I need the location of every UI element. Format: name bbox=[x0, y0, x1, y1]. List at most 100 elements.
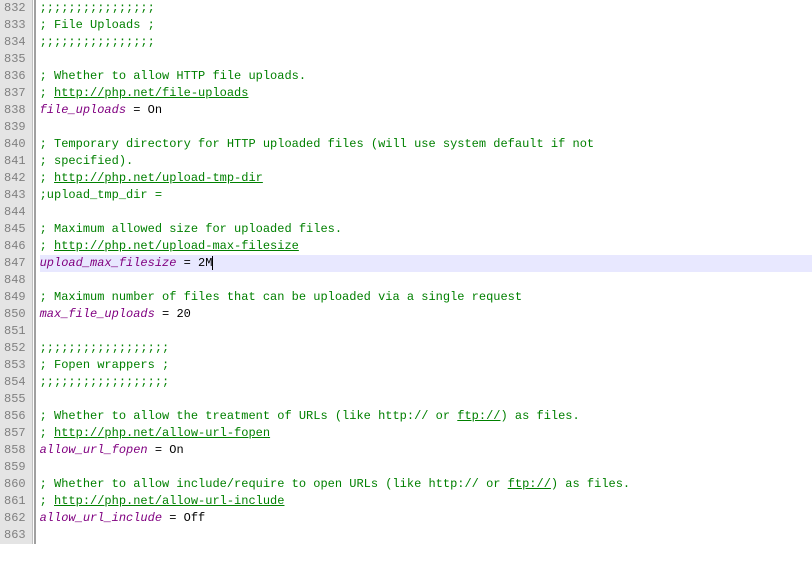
code-line[interactable]: ; http://php.net/upload-tmp-dir bbox=[40, 170, 812, 187]
ini-value: 2M bbox=[198, 256, 212, 270]
line-number: 847 bbox=[4, 255, 26, 272]
code-line[interactable]: ; Whether to allow include/require to op… bbox=[40, 476, 812, 493]
code-line[interactable]: max_file_uploads = 20 bbox=[40, 306, 812, 323]
code-text: = bbox=[155, 307, 177, 321]
code-line[interactable]: allow_url_include = Off bbox=[40, 510, 812, 527]
ini-key: max_file_uploads bbox=[40, 307, 155, 321]
line-number: 839 bbox=[4, 119, 26, 136]
line-number: 841 bbox=[4, 153, 26, 170]
code-line[interactable]: ; http://php.net/allow-url-fopen bbox=[40, 425, 812, 442]
code-text: ;;;;;;;;;;;;;;;;;; bbox=[40, 341, 170, 355]
code-link[interactable]: http://php.net/allow-url-include bbox=[54, 494, 284, 508]
line-number: 857 bbox=[4, 425, 26, 442]
code-text: ; bbox=[40, 171, 54, 185]
code-editor[interactable]: 8328338348358368378388398408418428438448… bbox=[0, 0, 812, 544]
ini-key: file_uploads bbox=[40, 103, 126, 117]
code-text: ; Whether to allow the treatment of URLs… bbox=[40, 409, 458, 423]
code-text: ) as files. bbox=[501, 409, 580, 423]
code-text: ;;;;;;;;;;;;;;;; bbox=[40, 35, 155, 49]
line-number: 855 bbox=[4, 391, 26, 408]
code-line[interactable]: ; File Uploads ; bbox=[40, 17, 812, 34]
line-number: 851 bbox=[4, 323, 26, 340]
code-text: ; Maximum allowed size for uploaded file… bbox=[40, 222, 342, 236]
code-link[interactable]: http://php.net/upload-max-filesize bbox=[54, 239, 299, 253]
code-line[interactable]: ; http://php.net/allow-url-include bbox=[40, 493, 812, 510]
line-number: 835 bbox=[4, 51, 26, 68]
code-link[interactable]: http://php.net/allow-url-fopen bbox=[54, 426, 270, 440]
code-link[interactable]: http://php.net/file-uploads bbox=[54, 86, 248, 100]
code-link[interactable]: ftp:// bbox=[508, 477, 551, 491]
code-line[interactable]: ; Whether to allow HTTP file uploads. bbox=[40, 68, 812, 85]
code-line[interactable] bbox=[40, 204, 812, 221]
line-number: 849 bbox=[4, 289, 26, 306]
code-text: ; Whether to allow HTTP file uploads. bbox=[40, 69, 306, 83]
code-line[interactable]: allow_url_fopen = On bbox=[40, 442, 812, 459]
code-text: = bbox=[162, 511, 184, 525]
code-line[interactable] bbox=[40, 272, 812, 289]
line-number: 843 bbox=[4, 187, 26, 204]
line-number: 832 bbox=[4, 0, 26, 17]
code-text: ; bbox=[40, 494, 54, 508]
code-text: ; Fopen wrappers ; bbox=[40, 358, 170, 372]
ini-key: allow_url_fopen bbox=[40, 443, 148, 457]
code-line[interactable]: ; specified). bbox=[40, 153, 812, 170]
code-line[interactable]: ; Maximum allowed size for uploaded file… bbox=[40, 221, 812, 238]
code-text: ;;;;;;;;;;;;;;;; bbox=[40, 1, 155, 15]
line-number: 845 bbox=[4, 221, 26, 238]
code-text: ;upload_tmp_dir = bbox=[40, 188, 162, 202]
line-number: 862 bbox=[4, 510, 26, 527]
text-caret bbox=[212, 256, 213, 270]
code-line[interactable]: ; http://php.net/upload-max-filesize bbox=[40, 238, 812, 255]
line-number: 860 bbox=[4, 476, 26, 493]
code-text: ; Maximum number of files that can be up… bbox=[40, 290, 522, 304]
line-number: 834 bbox=[4, 34, 26, 51]
code-link[interactable]: ftp:// bbox=[457, 409, 500, 423]
line-number: 856 bbox=[4, 408, 26, 425]
code-line[interactable]: ;;;;;;;;;;;;;;;; bbox=[40, 34, 812, 51]
line-number: 837 bbox=[4, 85, 26, 102]
code-line[interactable]: ;;;;;;;;;;;;;;;;;; bbox=[40, 340, 812, 357]
code-line[interactable] bbox=[40, 459, 812, 476]
code-text: ) as files. bbox=[551, 477, 630, 491]
code-line[interactable]: upload_max_filesize = 2M bbox=[40, 255, 812, 272]
code-text: ; bbox=[40, 239, 54, 253]
code-line[interactable]: ; Maximum number of files that can be up… bbox=[40, 289, 812, 306]
line-number: 836 bbox=[4, 68, 26, 85]
line-number: 854 bbox=[4, 374, 26, 391]
line-number: 842 bbox=[4, 170, 26, 187]
ini-value: On bbox=[148, 103, 162, 117]
line-number: 848 bbox=[4, 272, 26, 289]
line-number: 852 bbox=[4, 340, 26, 357]
code-text: = bbox=[126, 103, 148, 117]
code-area[interactable]: ;;;;;;;;;;;;;;;; ; File Uploads ;;;;;;;;;… bbox=[34, 0, 812, 544]
code-line[interactable] bbox=[40, 119, 812, 136]
code-link[interactable]: http://php.net/upload-tmp-dir bbox=[54, 171, 263, 185]
line-number: 838 bbox=[4, 102, 26, 119]
code-text: = bbox=[176, 256, 198, 270]
code-line[interactable]: ; http://php.net/file-uploads bbox=[40, 85, 812, 102]
line-number: 859 bbox=[4, 459, 26, 476]
code-text: ; Whether to allow include/require to op… bbox=[40, 477, 508, 491]
code-line[interactable]: ; Whether to allow the treatment of URLs… bbox=[40, 408, 812, 425]
code-line[interactable] bbox=[40, 51, 812, 68]
code-text: ; File Uploads ; bbox=[40, 18, 155, 32]
code-line[interactable] bbox=[40, 391, 812, 408]
code-line[interactable]: ;;;;;;;;;;;;;;;;;; bbox=[40, 374, 812, 391]
ini-value: Off bbox=[184, 511, 206, 525]
code-line[interactable]: ;upload_tmp_dir = bbox=[40, 187, 812, 204]
line-number: 850 bbox=[4, 306, 26, 323]
code-line[interactable]: ; Temporary directory for HTTP uploaded … bbox=[40, 136, 812, 153]
code-line[interactable]: file_uploads = On bbox=[40, 102, 812, 119]
line-number: 863 bbox=[4, 527, 26, 544]
code-line[interactable]: ; Fopen wrappers ; bbox=[40, 357, 812, 374]
ini-key: upload_max_filesize bbox=[40, 256, 177, 270]
code-line[interactable] bbox=[40, 527, 812, 544]
code-text: ; Temporary directory for HTTP uploaded … bbox=[40, 137, 595, 151]
ini-value: On bbox=[169, 443, 183, 457]
code-text: = bbox=[148, 443, 170, 457]
code-line[interactable] bbox=[40, 323, 812, 340]
code-line[interactable]: ;;;;;;;;;;;;;;;; bbox=[40, 0, 812, 17]
line-number: 846 bbox=[4, 238, 26, 255]
ini-key: allow_url_include bbox=[40, 511, 162, 525]
line-number: 853 bbox=[4, 357, 26, 374]
